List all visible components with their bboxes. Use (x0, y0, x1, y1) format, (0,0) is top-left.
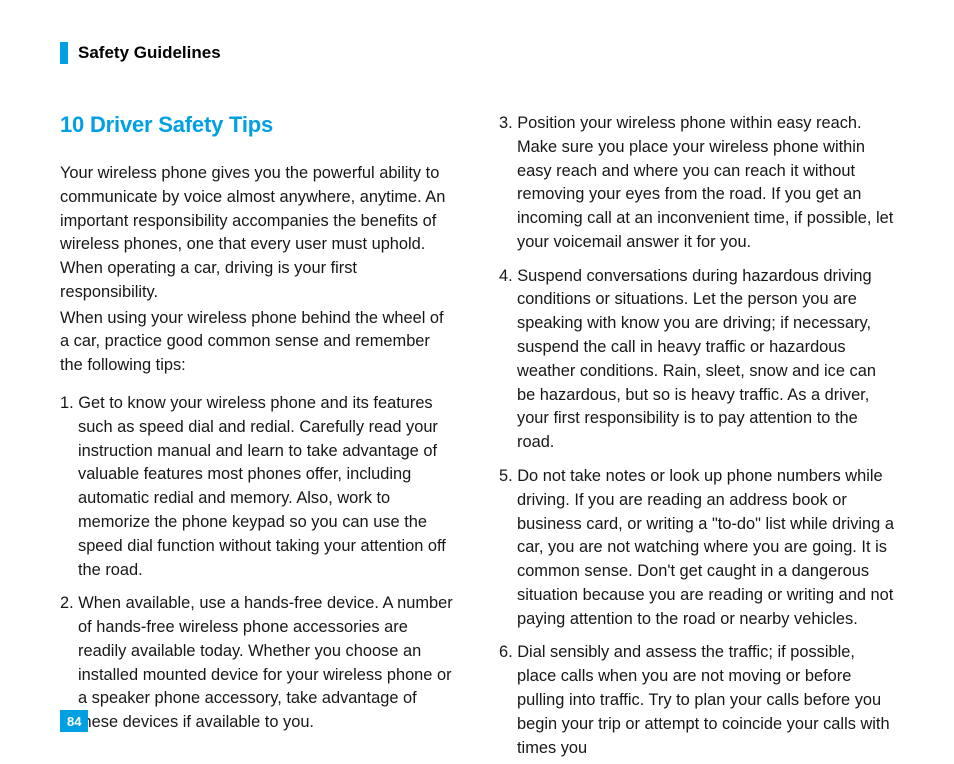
page-header: Safety Guidelines (60, 42, 894, 64)
tip-item-4: 4. Suspend conversations during hazardou… (499, 265, 894, 455)
section-title: 10 Driver Safety Tips (60, 112, 455, 138)
intro-paragraph-2: When using your wireless phone behind th… (60, 307, 455, 378)
page-number-badge: 84 (60, 710, 88, 732)
header-title: Safety Guidelines (78, 43, 221, 63)
intro-paragraph-1: Your wireless phone gives you the powerf… (60, 162, 455, 305)
right-column: 3. Position your wireless phone within e… (499, 112, 894, 760)
tip-item-2: 2. When available, use a hands-free devi… (60, 592, 455, 735)
tip-item-6: 6. Dial sensibly and assess the traffic;… (499, 641, 894, 760)
tip-item-3: 3. Position your wireless phone within e… (499, 112, 894, 255)
tip-item-1: 1. Get to know your wireless phone and i… (60, 392, 455, 582)
tip-item-5: 5. Do not take notes or look up phone nu… (499, 465, 894, 631)
left-column: 10 Driver Safety Tips Your wireless phon… (60, 112, 455, 760)
content-columns: 10 Driver Safety Tips Your wireless phon… (60, 112, 894, 760)
header-accent-bar (60, 42, 68, 64)
